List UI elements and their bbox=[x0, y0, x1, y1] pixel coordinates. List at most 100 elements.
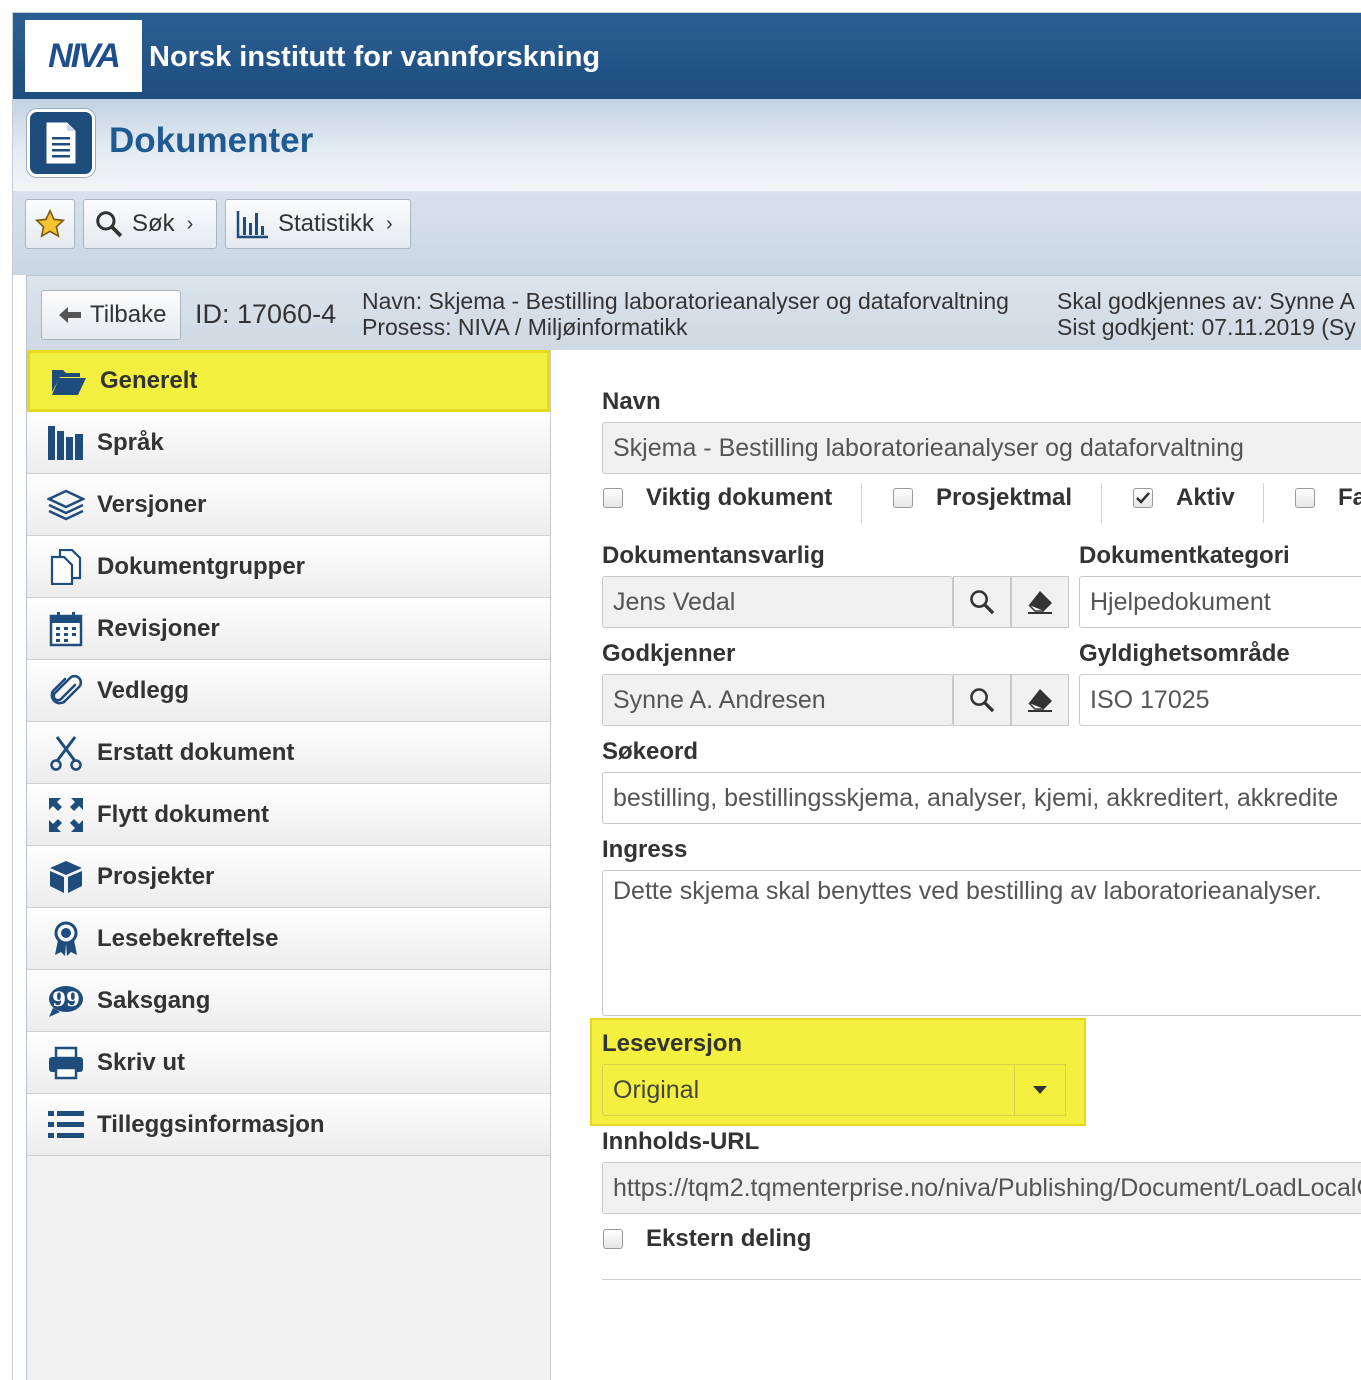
form-divider bbox=[602, 1279, 1361, 1280]
documents-icon bbox=[47, 548, 85, 586]
back-button[interactable]: Tilbake bbox=[41, 290, 181, 340]
sidebar-item-label: Vedlegg bbox=[97, 676, 190, 704]
document-info-bar: Tilbake ID: 17060-4 Navn: Skjema - Besti… bbox=[27, 276, 1361, 350]
sidebar-nav: Generelt Språk Versjoner Dokumentgrupper… bbox=[27, 350, 551, 1380]
dokumentkategori-label: Dokumentkategori bbox=[1079, 542, 1290, 569]
sidebar-item-erstatt-dokument[interactable]: Erstatt dokument bbox=[27, 722, 550, 784]
sidebar-item-label: Språk bbox=[97, 428, 164, 456]
module-title: Dokumenter bbox=[109, 121, 314, 160]
search-icon bbox=[970, 590, 995, 615]
statistics-menu-button[interactable]: Statistikk › bbox=[225, 199, 411, 249]
aktiv-label: Aktiv bbox=[1176, 484, 1235, 511]
sidebar-item-vedlegg[interactable]: Vedlegg bbox=[27, 660, 550, 722]
prosjektmal-checkbox[interactable] bbox=[893, 488, 913, 508]
document-id: ID: 17060-4 bbox=[195, 299, 337, 329]
sokeord-field[interactable]: bestilling, bestillingsskjema, analyser,… bbox=[602, 772, 1361, 824]
leseversjon-selected-value: Original bbox=[613, 1075, 700, 1104]
sidebar-item-label: Flytt dokument bbox=[97, 800, 269, 828]
dokumentansvarlig-field[interactable]: Jens Vedal bbox=[602, 576, 953, 628]
sidebar-item-label: Revisjoner bbox=[97, 614, 220, 642]
sidebar-item-label: Skriv ut bbox=[97, 1048, 186, 1076]
godkjenner-field[interactable]: Synne A. Andresen bbox=[602, 674, 953, 726]
document-process-info: Prosess: NIVA / Miljøinformatikk bbox=[362, 314, 688, 340]
sidebar-item-label: Dokumentgrupper bbox=[97, 552, 306, 580]
gyldighetsomrade-label: Gyldighetsområde bbox=[1079, 640, 1290, 667]
search-menu-label: Søk bbox=[132, 210, 175, 237]
scissors-icon bbox=[47, 734, 85, 772]
calendar-icon bbox=[47, 610, 85, 648]
arrow-left-icon bbox=[59, 307, 81, 323]
search-icon bbox=[96, 211, 123, 238]
viktig-dokument-label: Viktig dokument bbox=[646, 484, 833, 511]
document-icon bbox=[27, 109, 95, 177]
brand-name: Norsk institutt for vannforskning bbox=[149, 41, 601, 73]
statistics-menu-label: Statistikk bbox=[278, 210, 375, 237]
innholds-url-label: Innholds-URL bbox=[602, 1128, 760, 1155]
sidebar-item-sprak[interactable]: Språk bbox=[27, 412, 550, 474]
sidebar-item-lesebekreftelse[interactable]: Lesebekreftelse bbox=[27, 908, 550, 970]
gyldighetsomrade-field[interactable]: ISO 17025 bbox=[1079, 674, 1361, 726]
ingress-label: Ingress bbox=[602, 836, 688, 863]
divider bbox=[1263, 483, 1264, 523]
ansvarlig-clear-button[interactable] bbox=[1011, 576, 1069, 628]
niva-logo: NIVA bbox=[25, 20, 142, 92]
godkjenner-search-button[interactable] bbox=[953, 674, 1011, 726]
ingress-textarea[interactable]: Dette skjema skal benyttes ved bestillin… bbox=[602, 870, 1361, 1016]
ekstern-deling-checkbox[interactable] bbox=[603, 1229, 623, 1249]
folder-open-icon bbox=[50, 362, 88, 400]
sidebar-item-flytt-dokument[interactable]: Flytt dokument bbox=[27, 784, 550, 846]
sidebar-item-generelt[interactable]: Generelt bbox=[27, 350, 550, 412]
sidebar-item-label: Prosjekter bbox=[97, 862, 215, 890]
brand-header: NIVA Norsk institutt for vannforskning bbox=[13, 13, 1361, 99]
sidebar-item-prosjekter[interactable]: Prosjekter bbox=[27, 846, 550, 908]
eraser-icon bbox=[1028, 689, 1052, 712]
sidebar-item-label: Saksgang bbox=[97, 986, 211, 1014]
sidebar-item-label: Versjoner bbox=[97, 490, 207, 518]
list-icon bbox=[47, 1106, 85, 1144]
expand-arrows-icon bbox=[47, 796, 85, 834]
sidebar-item-revisjoner[interactable]: Revisjoner bbox=[27, 598, 550, 660]
sokeord-label: Søkeord bbox=[602, 738, 699, 765]
aktiv-checkbox[interactable] bbox=[1133, 488, 1153, 508]
bar-chart-icon bbox=[236, 211, 268, 239]
logo-text: NIVA bbox=[48, 36, 121, 75]
innholds-url-field[interactable]: https://tqm2.tqmenterprise.no/niva/Publi… bbox=[602, 1162, 1361, 1214]
godkjenner-clear-button[interactable] bbox=[1011, 674, 1069, 726]
caret-down-icon bbox=[1033, 1086, 1047, 1094]
sidebar-item-saksgang[interactable]: 99 Saksgang bbox=[27, 970, 550, 1032]
fa-checkbox[interactable] bbox=[1295, 488, 1315, 508]
navn-field[interactable]: Skjema - Bestilling laboratorieanalyser … bbox=[602, 422, 1361, 474]
sidebar-item-tilleggsinformasjon[interactable]: Tilleggsinformasjon bbox=[27, 1094, 550, 1156]
prosjektmal-label: Prosjektmal bbox=[936, 484, 1073, 511]
divider bbox=[1101, 483, 1102, 523]
ekstern-deling-label: Ekstern deling bbox=[646, 1225, 812, 1252]
fa-label: Fa bbox=[1338, 484, 1361, 511]
award-icon bbox=[47, 920, 85, 958]
sidebar-item-dokumentgrupper[interactable]: Dokumentgrupper bbox=[27, 536, 550, 598]
sidebar-item-skriv-ut[interactable]: Skriv ut bbox=[27, 1032, 550, 1094]
search-menu-button[interactable]: Søk › bbox=[83, 199, 217, 249]
eraser-icon bbox=[1028, 591, 1052, 614]
search-icon bbox=[970, 688, 995, 713]
dokumentkategori-field[interactable]: Hjelpedokument bbox=[1079, 576, 1361, 628]
favorite-button[interactable] bbox=[25, 199, 75, 249]
layers-icon bbox=[47, 486, 85, 524]
toolbar: Søk › Statistikk › bbox=[13, 191, 1361, 275]
ansvarlig-search-button[interactable] bbox=[953, 576, 1011, 628]
module-header: Dokumenter bbox=[13, 99, 1361, 191]
leseversjon-label: Leseversjon bbox=[602, 1030, 743, 1057]
sidebar-item-label: Generelt bbox=[100, 367, 198, 394]
viktig-dokument-checkbox[interactable] bbox=[603, 488, 623, 508]
quote-bubble-icon: 99 bbox=[47, 982, 85, 1020]
star-icon bbox=[34, 208, 66, 238]
chevron-right-icon: › bbox=[386, 212, 393, 235]
leseversjon-select[interactable]: Original bbox=[602, 1064, 1066, 1116]
paperclip-icon bbox=[47, 672, 85, 710]
app-window: NIVA Norsk institutt for vannforskning D… bbox=[12, 12, 1361, 1380]
back-label: Tilbake bbox=[90, 301, 167, 328]
approver-info: Skal godkjennes av: Synne A bbox=[1057, 288, 1355, 314]
leseversjon-dropdown-button[interactable] bbox=[1014, 1064, 1066, 1116]
checkmark-icon bbox=[1136, 492, 1150, 504]
godkjenner-label: Godkjenner bbox=[602, 640, 736, 667]
sidebar-item-versjoner[interactable]: Versjoner bbox=[27, 474, 550, 536]
